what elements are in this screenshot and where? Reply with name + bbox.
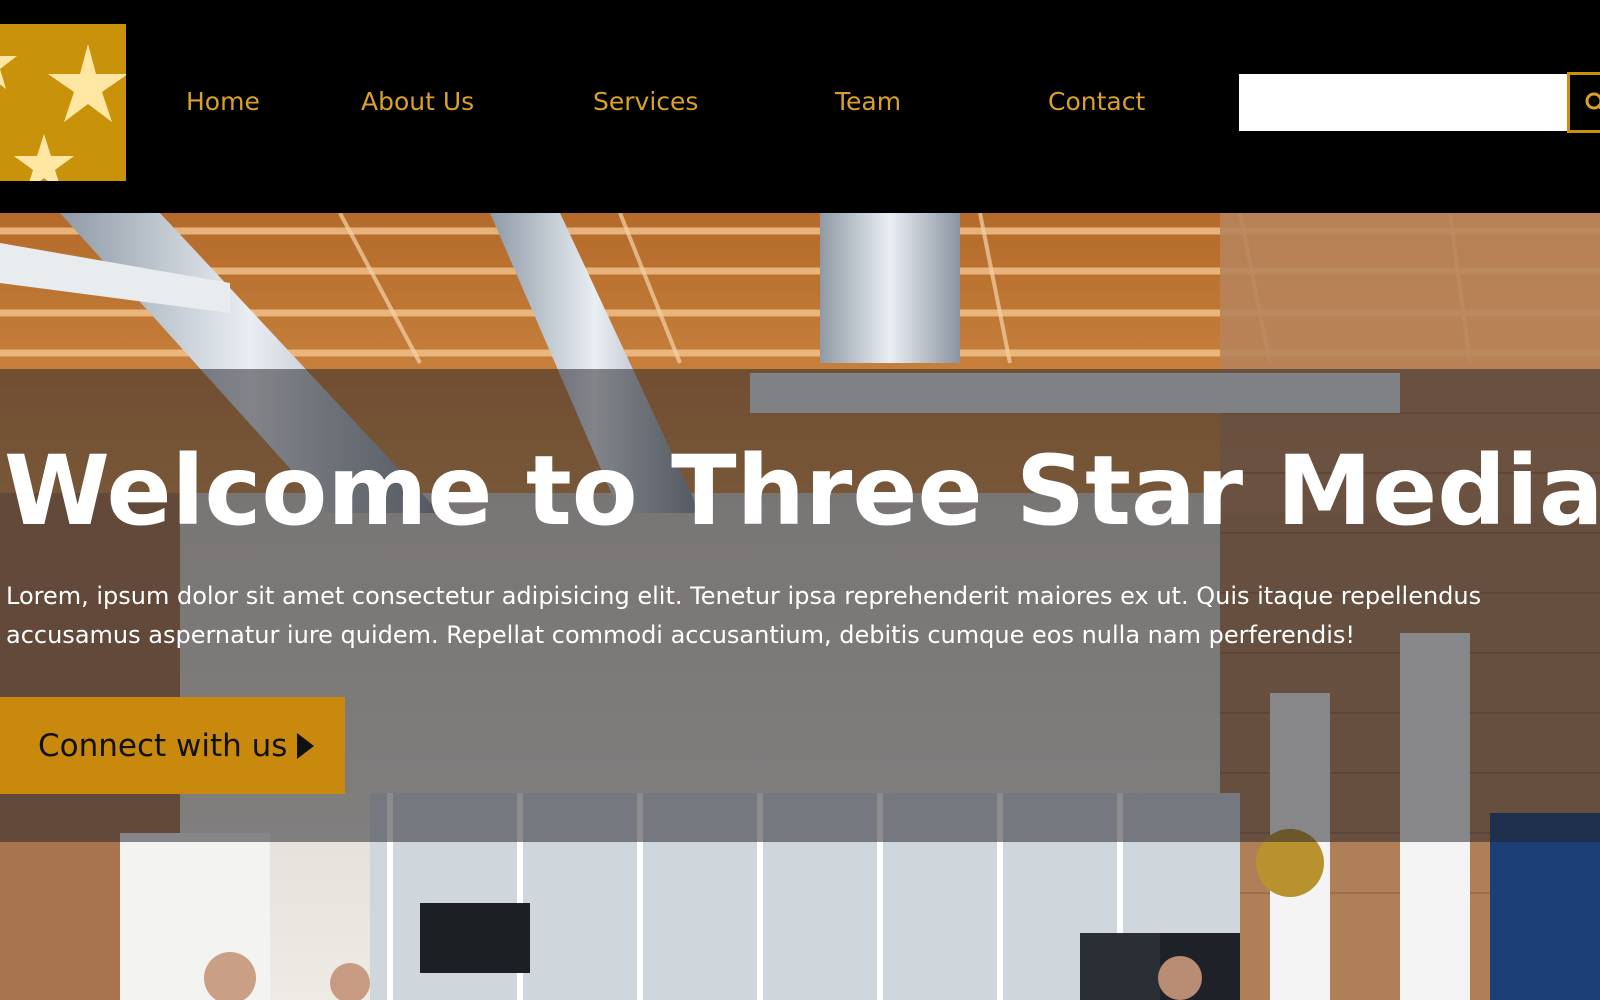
nav-services-link[interactable]: Services — [593, 84, 698, 120]
hero-description: Lorem, ipsum dolor sit amet consectetur … — [6, 582, 1482, 649]
search-icon — [1585, 92, 1600, 110]
site-header: Home About Us Services Team Contact — [0, 0, 1600, 213]
nav-about-us-link[interactable]: About Us — [361, 84, 474, 120]
nav-team-link[interactable]: Team — [835, 84, 901, 120]
caret-right-icon — [297, 732, 315, 759]
nav-home-link[interactable]: Home — [186, 84, 260, 120]
logo[interactable] — [0, 24, 126, 181]
search-input[interactable] — [1239, 74, 1567, 131]
connect-with-us-button[interactable]: Connect with us — [0, 697, 345, 794]
hero-title: Welcome to Three Star Media — [4, 435, 1600, 547]
nav-contact-link[interactable]: Contact — [1048, 84, 1145, 120]
three-stars-logo-icon — [0, 24, 126, 181]
search-button[interactable] — [1567, 72, 1600, 133]
cta-label: Connect with us — [38, 727, 288, 764]
hero-section: Welcome to Three Star Media Lorem, ipsum… — [0, 213, 1600, 1000]
